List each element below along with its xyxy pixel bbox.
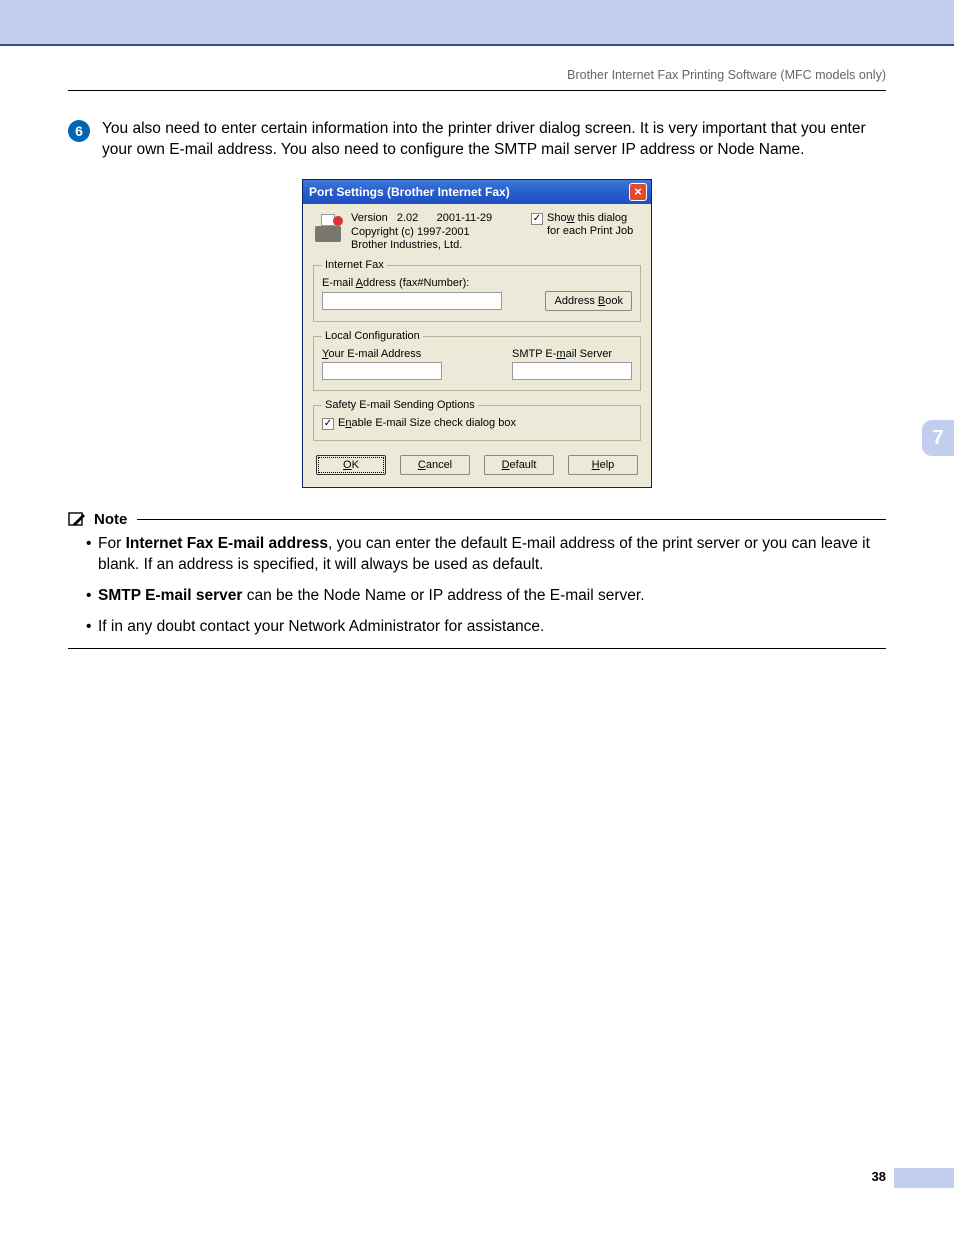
smtp-input[interactable] [512, 362, 632, 380]
page-number-bar [894, 1168, 954, 1188]
group-internet-fax: Internet Fax E-mail Address (fax#Number)… [313, 259, 641, 322]
running-head: Brother Internet Fax Printing Software (… [68, 68, 886, 82]
email-fax-label: E-mail Address (fax#Number): [322, 277, 632, 289]
chapter-tab: 7 [922, 420, 954, 456]
show-dialog-checkbox[interactable]: ✓ [531, 213, 543, 225]
note-bold-2: SMTP E-mail server [98, 587, 242, 604]
version-date: 2001-11-29 [437, 212, 492, 224]
page-number: 38 [0, 1169, 886, 1184]
note-rule-top [137, 519, 886, 520]
note-item-1: For Internet Fax E-mail address, you can… [86, 534, 886, 576]
copyright: Copyright (c) 1997-2001 [351, 226, 523, 240]
company: Brother Industries, Ltd. [351, 239, 523, 253]
group-local-legend: Local Configuration [322, 330, 423, 342]
version-info: Version 2.02 2001-11-29 Copyright (c) 19… [351, 212, 523, 253]
note-title: Note [94, 511, 127, 528]
cancel-button[interactable]: Cancel [400, 455, 470, 475]
note-rest-2: can be the Node Name or IP address of th… [242, 587, 644, 604]
your-email-input[interactable] [322, 362, 442, 380]
help-button[interactable]: Help [568, 455, 638, 475]
version-value: 2.02 [397, 212, 418, 224]
email-fax-input[interactable] [322, 292, 502, 310]
size-check-checkbox[interactable]: ✓ [322, 418, 334, 430]
step-text: You also need to enter certain informati… [102, 119, 886, 161]
step-number-badge: 6 [68, 120, 90, 142]
top-band [0, 0, 954, 46]
address-book-button[interactable]: Address Book [545, 291, 632, 311]
group-internet-fax-legend: Internet Fax [322, 259, 387, 271]
port-settings-dialog: Port Settings (Brother Internet Fax) × V… [302, 179, 652, 488]
note-item-3: If in any doubt contact your Network Adm… [86, 617, 886, 638]
note-rule-bottom [68, 648, 886, 649]
dialog-titlebar[interactable]: Port Settings (Brother Internet Fax) × [303, 180, 651, 204]
pencil-icon [68, 510, 88, 528]
note-list: For Internet Fax E-mail address, you can… [68, 534, 886, 638]
rule [68, 90, 886, 91]
your-email-label: Your E-mail Address [322, 348, 442, 360]
note-heading: Note [68, 510, 886, 528]
printer-icon [313, 214, 343, 242]
close-icon[interactable]: × [629, 183, 647, 201]
size-check-label: Enable E-mail Size check dialog box [338, 417, 516, 430]
group-local-config: Local Configuration Your E-mail Address … [313, 330, 641, 391]
note-item-2: SMTP E-mail server can be the Node Name … [86, 586, 886, 607]
ok-button[interactable]: OK [316, 455, 386, 475]
dialog-title: Port Settings (Brother Internet Fax) [309, 185, 510, 199]
step-6: 6 You also need to enter certain informa… [68, 119, 886, 161]
group-safety: Safety E-mail Sending Options ✓ Enable E… [313, 399, 641, 441]
version-label: Version [351, 212, 388, 224]
default-button[interactable]: Default [484, 455, 554, 475]
note-bold-1: Internet Fax E-mail address [126, 535, 328, 552]
smtp-label: SMTP E-mail Server [512, 348, 632, 360]
show-dialog-label: Show this dialog for each Print Job [547, 212, 641, 238]
group-safety-legend: Safety E-mail Sending Options [322, 399, 478, 411]
